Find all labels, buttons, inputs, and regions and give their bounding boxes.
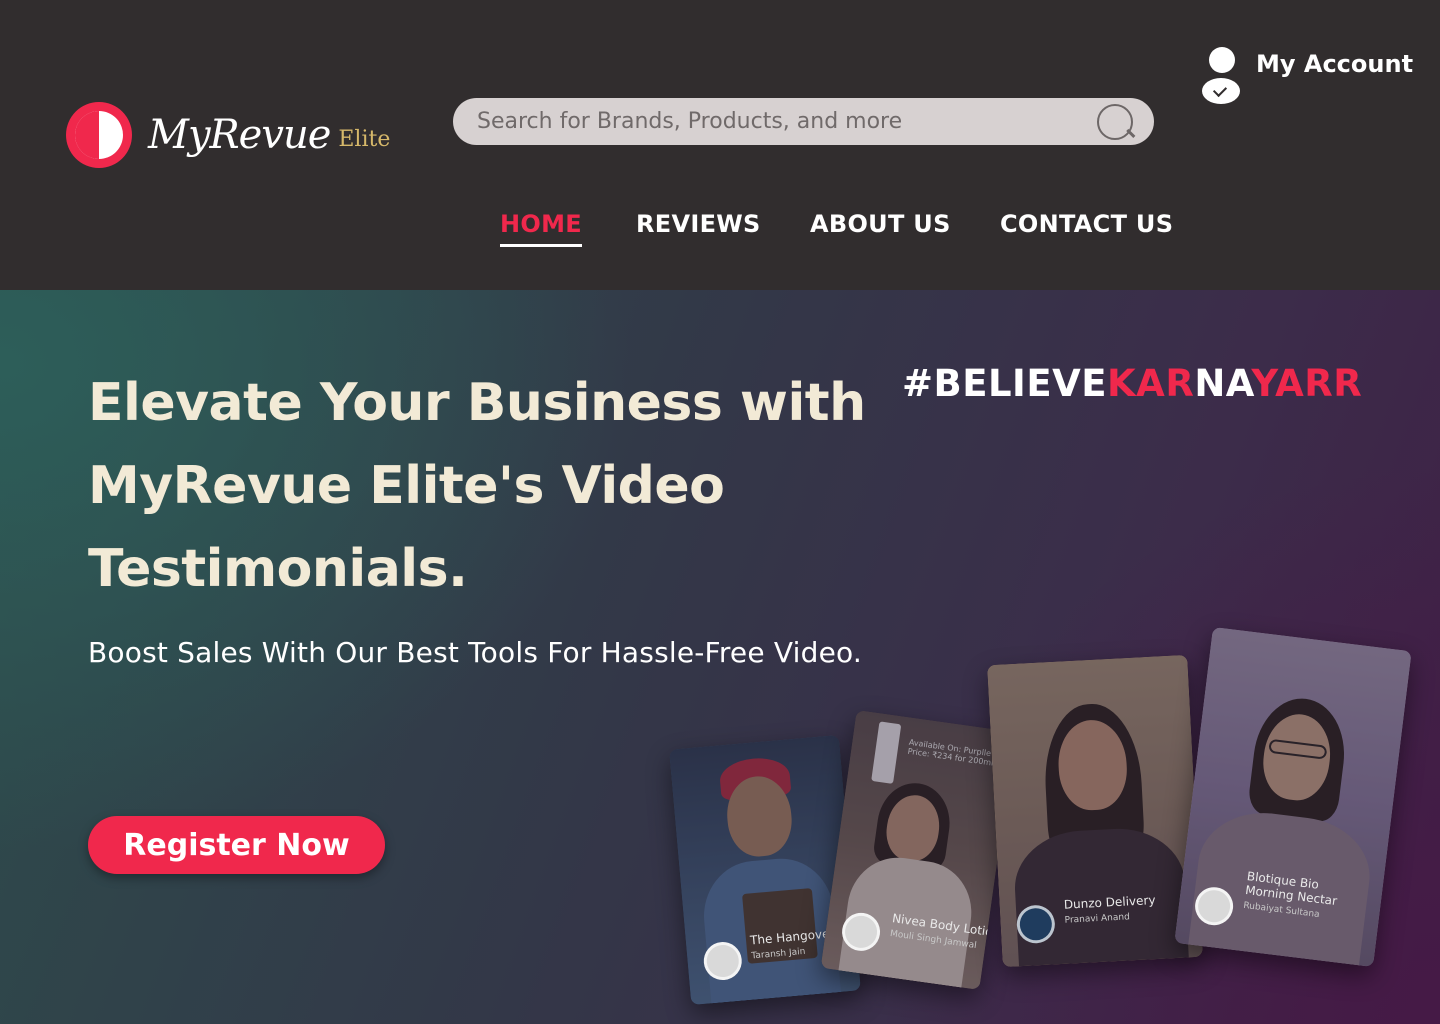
my-account-link[interactable]: My Account [1202,44,1413,106]
brand-logo[interactable]: MyRevue Elite [66,102,390,168]
card-title: Dunzo Delivery [1063,892,1156,912]
hashtag-part: KAR [1107,362,1195,405]
my-account-label: My Account [1256,50,1414,78]
hero-subtitle: Boost Sales With Our Best Tools For Hass… [88,636,862,669]
hero-title: Elevate Your Business with MyRevue Elite… [88,373,866,599]
dunzo-logo-icon [1015,904,1056,945]
main-nav: HOME REVIEWS ABOUT US CONTACT US [0,210,1440,250]
logo-suffix: Elite [338,126,391,152]
hashtag-slogan: #BELIEVEKARNAYARR [902,362,1362,405]
register-now-button[interactable]: Register Now [88,816,385,874]
hashtag-part: NA [1194,362,1252,405]
hashtag-part: #BELIEVE [902,362,1108,405]
site-header: MyRevue Elite My Account HOME REVIEWS AB… [0,0,1440,290]
brand-avatar [1192,885,1236,928]
nav-item-reviews[interactable]: REVIEWS [636,210,761,244]
search-bar [453,98,1154,145]
logo-icon [66,102,132,168]
logo-name: MyRevue [148,112,331,158]
search-input[interactable] [477,109,1094,134]
testimonial-video-card[interactable]: Dunzo Delivery Pranavi Anand [987,654,1203,968]
user-verified-icon [1202,44,1240,106]
nav-item-home[interactable]: HOME [500,210,582,247]
testimonial-video-card[interactable]: Available On: Purplle Price: ₹234 for 20… [820,710,1016,990]
search-icon[interactable] [1094,101,1136,143]
card-reviewer: Pranavi Anand [1064,912,1131,926]
nav-item-contact-us[interactable]: CONTACT US [1000,210,1173,244]
nav-item-about-us[interactable]: ABOUT US [810,210,951,244]
hero-section: Elevate Your Business with MyRevue Elite… [0,290,1440,1024]
brand-avatar [702,940,744,982]
hashtag-part: YARR [1251,362,1363,405]
testimonial-video-card[interactable]: Blotique Bio Morning Nectar Rubaiyat Sul… [1174,626,1412,968]
brand-avatar [839,910,883,954]
